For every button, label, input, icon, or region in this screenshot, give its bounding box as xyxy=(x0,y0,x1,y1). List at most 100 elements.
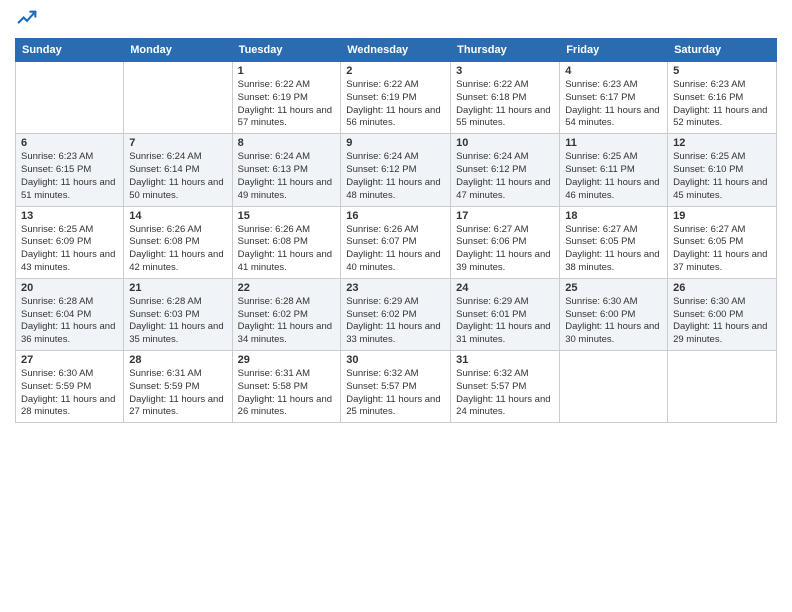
day-info: Sunrise: 6:29 AM Sunset: 6:02 PM Dayligh… xyxy=(346,296,445,347)
calendar-cell: 2 Sunrise: 6:22 AM Sunset: 6:19 PM Daylig… xyxy=(341,62,451,134)
day-info: Sunrise: 6:23 AM Sunset: 6:17 PM Dayligh… xyxy=(565,79,662,130)
calendar-cell: 26Sunrise: 6:30 AM Sunset: 6:00 PM Dayli… xyxy=(668,278,777,350)
calendar-cell xyxy=(668,351,777,423)
calendar-cell: 19 Sunrise: 6:27 AM Sunset: 6:05 PM Dayli… xyxy=(668,206,777,278)
day-number: 16 xyxy=(346,210,445,222)
calendar-cell: 5Sunrise: 6:23 AM Sunset: 6:16 PM Daylig… xyxy=(668,62,777,134)
day-number: 4 xyxy=(565,65,662,77)
day-number: 13 xyxy=(21,210,118,222)
calendar-cell: 21 Sunrise: 6:28 AM Sunset: 6:03 PM Dayli… xyxy=(124,278,232,350)
calendar-cell: 15 Sunrise: 6:26 AM Sunset: 6:08 PM Dayli… xyxy=(232,206,341,278)
logo-bird-icon xyxy=(17,10,37,30)
day-info: Sunrise: 6:24 AM Sunset: 6:12 PM Dayligh… xyxy=(346,151,445,202)
day-number: 8 xyxy=(238,137,336,149)
calendar-cell: 4 Sunrise: 6:23 AM Sunset: 6:17 PM Daylig… xyxy=(560,62,668,134)
day-info: Sunrise: 6:22 AM Sunset: 6:18 PM Dayligh… xyxy=(456,79,554,130)
calendar-cell: 6 Sunrise: 6:23 AM Sunset: 6:15 PM Daylig… xyxy=(16,134,124,206)
calendar-cell: 17 Sunrise: 6:27 AM Sunset: 6:06 PM Dayli… xyxy=(451,206,560,278)
page: SundayMondayTuesdayWednesdayThursdayFrid… xyxy=(0,0,792,612)
day-number: 6 xyxy=(21,137,118,149)
calendar-cell: 12 Sunrise: 6:25 AM Sunset: 6:10 PM Dayli… xyxy=(668,134,777,206)
calendar-cell: 9Sunrise: 6:24 AM Sunset: 6:12 PM Daylig… xyxy=(341,134,451,206)
day-info: Sunrise: 6:24 AM Sunset: 6:14 PM Dayligh… xyxy=(129,151,226,202)
day-number: 29 xyxy=(238,354,336,366)
day-info: Sunrise: 6:28 AM Sunset: 6:03 PM Dayligh… xyxy=(129,296,226,347)
calendar-cell: 29 Sunrise: 6:31 AM Sunset: 5:58 PM Dayli… xyxy=(232,351,341,423)
calendar-cell: 23 Sunrise: 6:29 AM Sunset: 6:02 PM Dayli… xyxy=(341,278,451,350)
day-number: 27 xyxy=(21,354,118,366)
calendar-cell: 27 Sunrise: 6:30 AM Sunset: 5:59 PM Dayli… xyxy=(16,351,124,423)
header xyxy=(15,10,777,30)
weekday-header-saturday: Saturday xyxy=(668,39,777,62)
calendar-cell: 22Sunrise: 6:28 AM Sunset: 6:02 PM Dayli… xyxy=(232,278,341,350)
day-number: 5 xyxy=(673,65,771,77)
calendar-cell: 20 Sunrise: 6:28 AM Sunset: 6:04 PM Dayli… xyxy=(16,278,124,350)
calendar-week-5: 27 Sunrise: 6:30 AM Sunset: 5:59 PM Dayli… xyxy=(16,351,777,423)
day-number: 23 xyxy=(346,282,445,294)
calendar-cell: 30 Sunrise: 6:32 AM Sunset: 5:57 PM Dayli… xyxy=(341,351,451,423)
calendar-cell: 24 Sunrise: 6:29 AM Sunset: 6:01 PM Dayli… xyxy=(451,278,560,350)
day-info: Sunrise: 6:27 AM Sunset: 6:06 PM Dayligh… xyxy=(456,224,554,275)
day-info: Sunrise: 6:31 AM Sunset: 5:58 PM Dayligh… xyxy=(238,368,336,419)
day-info: Sunrise: 6:26 AM Sunset: 6:08 PM Dayligh… xyxy=(238,224,336,275)
calendar-week-3: 13 Sunrise: 6:25 AM Sunset: 6:09 PM Dayli… xyxy=(16,206,777,278)
calendar-cell: 14Sunrise: 6:26 AM Sunset: 6:08 PM Dayli… xyxy=(124,206,232,278)
day-info: Sunrise: 6:25 AM Sunset: 6:10 PM Dayligh… xyxy=(673,151,771,202)
day-info: Sunrise: 6:26 AM Sunset: 6:07 PM Dayligh… xyxy=(346,224,445,275)
day-info: Sunrise: 6:28 AM Sunset: 6:02 PM Dayligh… xyxy=(238,296,336,347)
day-number: 17 xyxy=(456,210,554,222)
weekday-header-friday: Friday xyxy=(560,39,668,62)
calendar-cell: 11 Sunrise: 6:25 AM Sunset: 6:11 PM Dayli… xyxy=(560,134,668,206)
day-info: Sunrise: 6:26 AM Sunset: 6:08 PM Dayligh… xyxy=(129,224,226,275)
calendar-cell: 3 Sunrise: 6:22 AM Sunset: 6:18 PM Daylig… xyxy=(451,62,560,134)
weekday-header-monday: Monday xyxy=(124,39,232,62)
day-info: Sunrise: 6:25 AM Sunset: 6:11 PM Dayligh… xyxy=(565,151,662,202)
day-number: 2 xyxy=(346,65,445,77)
day-number: 12 xyxy=(673,137,771,149)
day-info: Sunrise: 6:32 AM Sunset: 5:57 PM Dayligh… xyxy=(456,368,554,419)
calendar-cell: 1Sunrise: 6:22 AM Sunset: 6:19 PM Daylig… xyxy=(232,62,341,134)
day-info: Sunrise: 6:22 AM Sunset: 6:19 PM Dayligh… xyxy=(346,79,445,130)
day-number: 19 xyxy=(673,210,771,222)
calendar-header-row: SundayMondayTuesdayWednesdayThursdayFrid… xyxy=(16,39,777,62)
calendar-cell: 13 Sunrise: 6:25 AM Sunset: 6:09 PM Dayli… xyxy=(16,206,124,278)
day-info: Sunrise: 6:30 AM Sunset: 5:59 PM Dayligh… xyxy=(21,368,118,419)
day-number: 25 xyxy=(565,282,662,294)
day-number: 11 xyxy=(565,137,662,149)
calendar-cell: 10 Sunrise: 6:24 AM Sunset: 6:12 PM Dayli… xyxy=(451,134,560,206)
day-number: 28 xyxy=(129,354,226,366)
weekday-header-tuesday: Tuesday xyxy=(232,39,341,62)
day-number: 30 xyxy=(346,354,445,366)
calendar-cell xyxy=(16,62,124,134)
day-number: 21 xyxy=(129,282,226,294)
calendar-cell: 28 Sunrise: 6:31 AM Sunset: 5:59 PM Dayli… xyxy=(124,351,232,423)
calendar-week-4: 20 Sunrise: 6:28 AM Sunset: 6:04 PM Dayli… xyxy=(16,278,777,350)
day-number: 31 xyxy=(456,354,554,366)
day-number: 3 xyxy=(456,65,554,77)
calendar-week-1: 1Sunrise: 6:22 AM Sunset: 6:19 PM Daylig… xyxy=(16,62,777,134)
calendar-cell: 16 Sunrise: 6:26 AM Sunset: 6:07 PM Dayli… xyxy=(341,206,451,278)
day-number: 10 xyxy=(456,137,554,149)
calendar-cell: 18Sunrise: 6:27 AM Sunset: 6:05 PM Dayli… xyxy=(560,206,668,278)
logo xyxy=(15,10,37,30)
day-info: Sunrise: 6:31 AM Sunset: 5:59 PM Dayligh… xyxy=(129,368,226,419)
day-info: Sunrise: 6:29 AM Sunset: 6:01 PM Dayligh… xyxy=(456,296,554,347)
day-number: 24 xyxy=(456,282,554,294)
calendar-cell: 8 Sunrise: 6:24 AM Sunset: 6:13 PM Daylig… xyxy=(232,134,341,206)
calendar-cell xyxy=(124,62,232,134)
calendar-cell xyxy=(560,351,668,423)
day-info: Sunrise: 6:25 AM Sunset: 6:09 PM Dayligh… xyxy=(21,224,118,275)
day-info: Sunrise: 6:23 AM Sunset: 6:15 PM Dayligh… xyxy=(21,151,118,202)
day-number: 7 xyxy=(129,137,226,149)
day-info: Sunrise: 6:24 AM Sunset: 6:13 PM Dayligh… xyxy=(238,151,336,202)
day-info: Sunrise: 6:24 AM Sunset: 6:12 PM Dayligh… xyxy=(456,151,554,202)
day-info: Sunrise: 6:22 AM Sunset: 6:19 PM Dayligh… xyxy=(238,79,336,130)
day-info: Sunrise: 6:27 AM Sunset: 6:05 PM Dayligh… xyxy=(673,224,771,275)
day-number: 15 xyxy=(238,210,336,222)
calendar-week-2: 6 Sunrise: 6:23 AM Sunset: 6:15 PM Daylig… xyxy=(16,134,777,206)
calendar-cell: 7 Sunrise: 6:24 AM Sunset: 6:14 PM Daylig… xyxy=(124,134,232,206)
day-info: Sunrise: 6:32 AM Sunset: 5:57 PM Dayligh… xyxy=(346,368,445,419)
weekday-header-wednesday: Wednesday xyxy=(341,39,451,62)
day-info: Sunrise: 6:28 AM Sunset: 6:04 PM Dayligh… xyxy=(21,296,118,347)
day-number: 20 xyxy=(21,282,118,294)
